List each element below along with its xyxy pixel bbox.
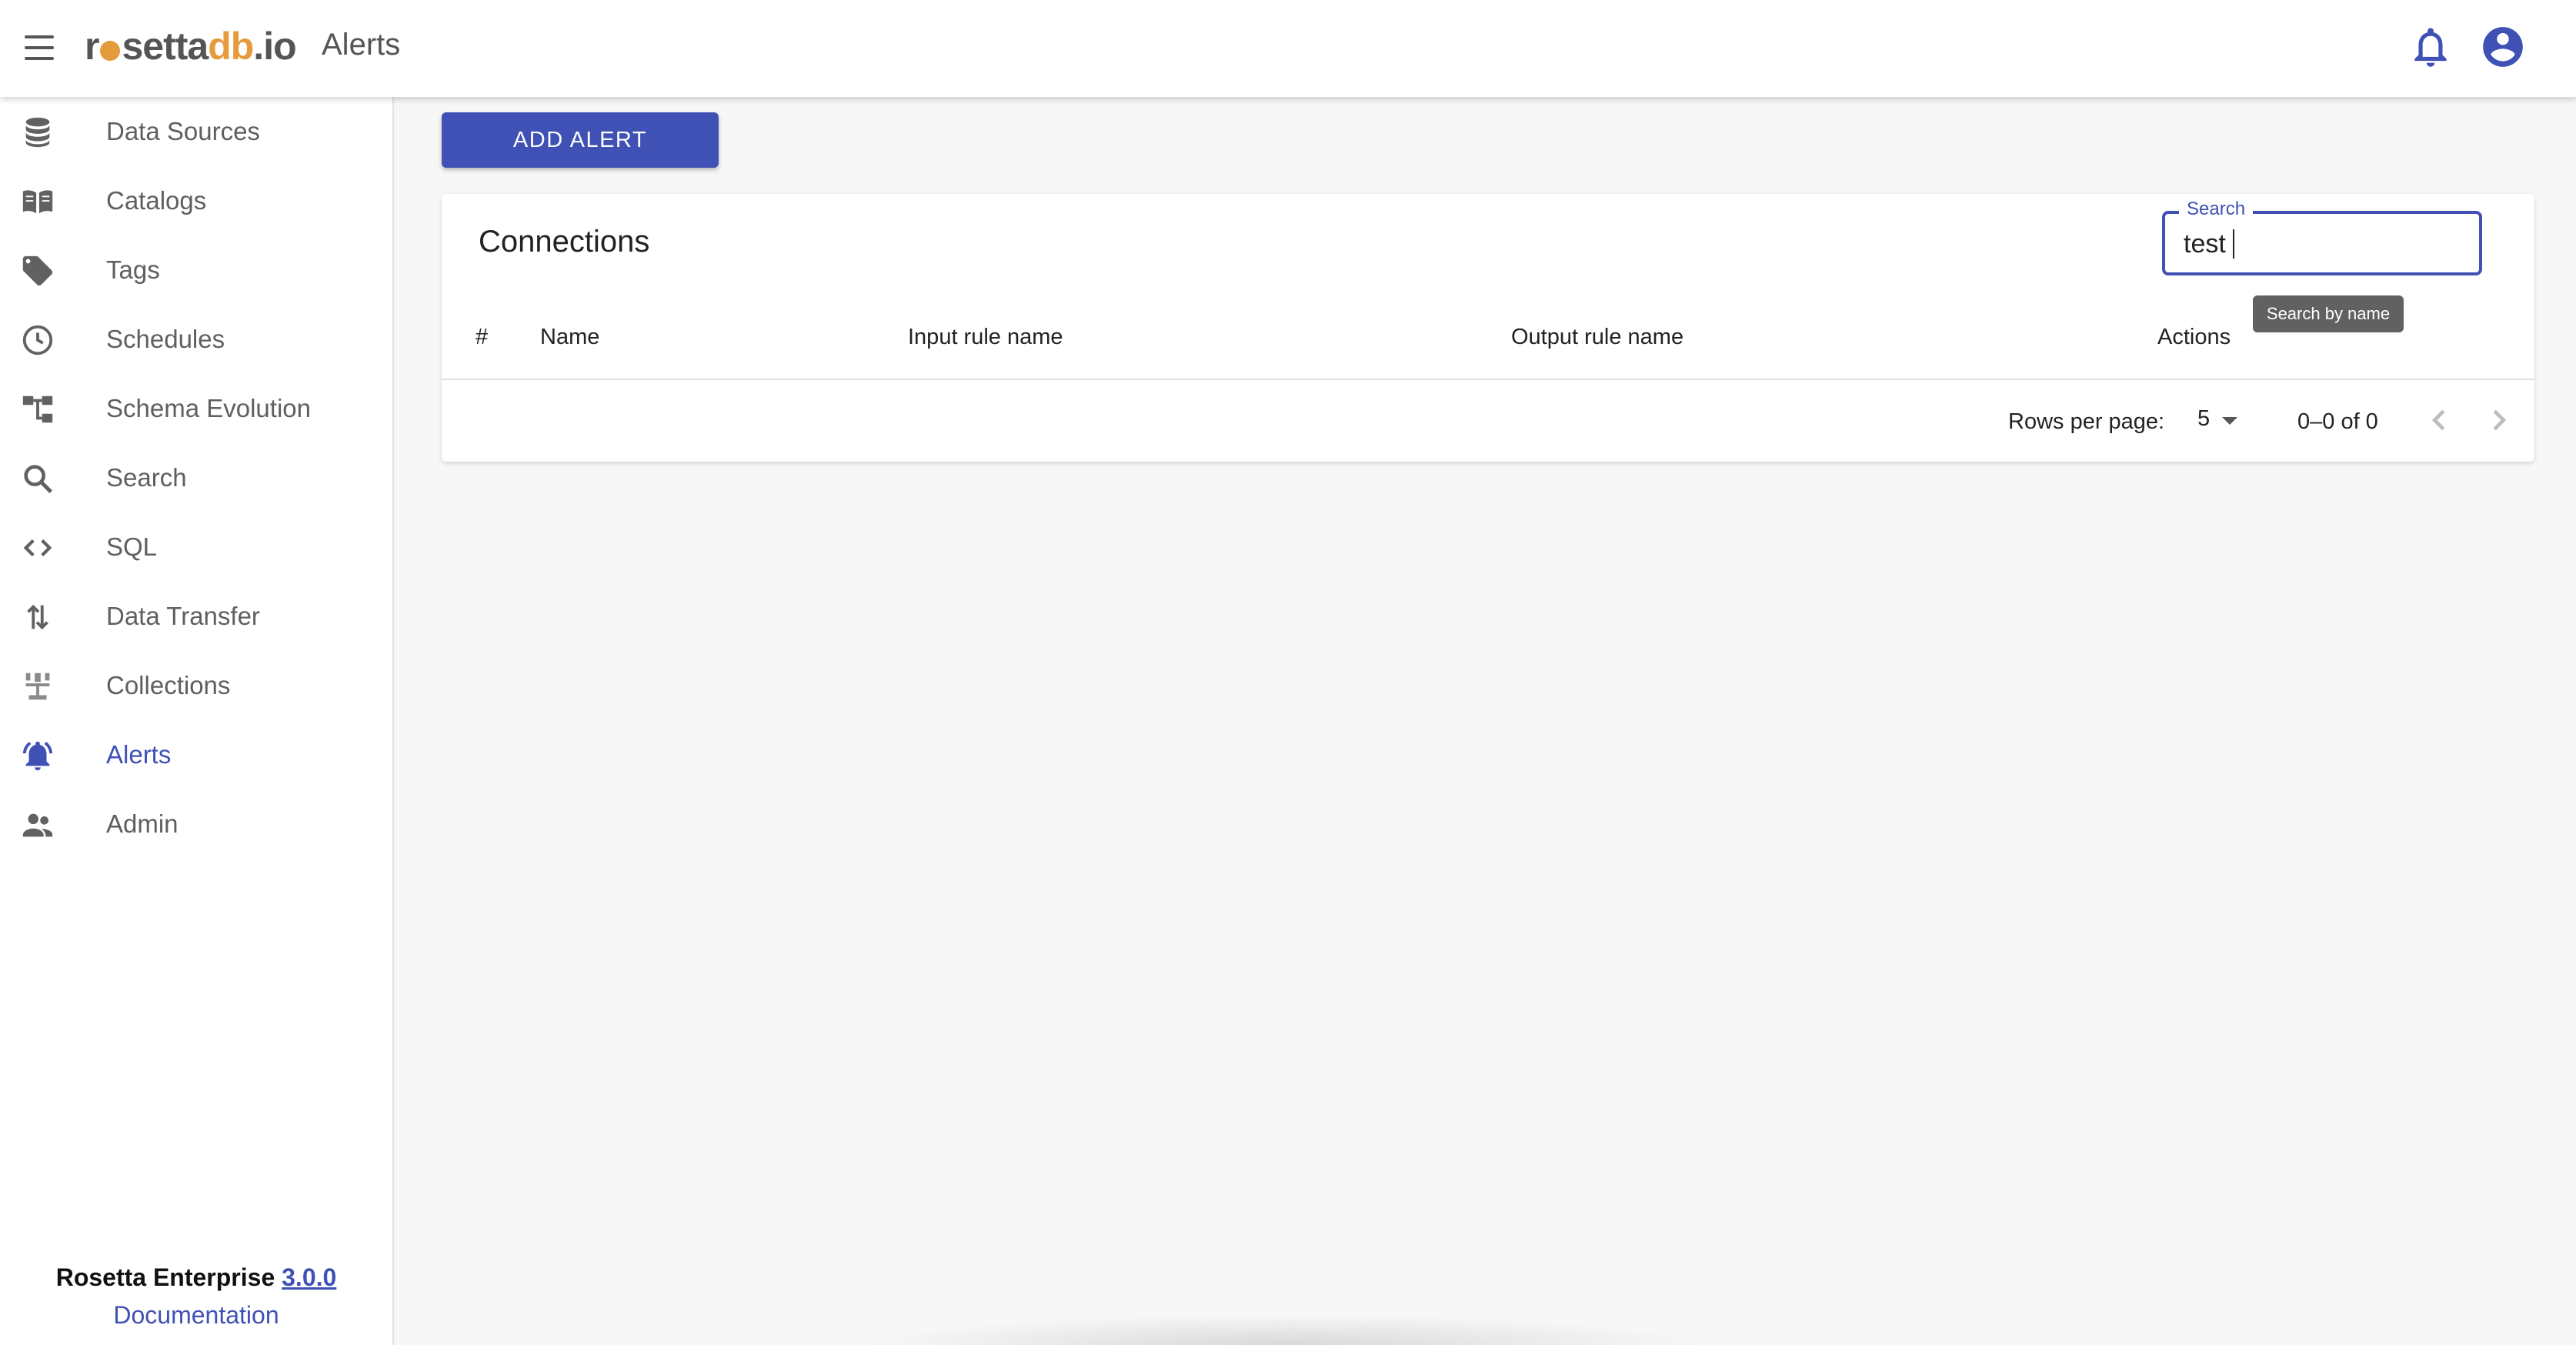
search-tooltip: Search by name bbox=[2253, 295, 2404, 332]
sidebar-item-search[interactable]: Search bbox=[0, 443, 392, 512]
product-version-line: Rosetta Enterprise 3.0.0 bbox=[0, 1263, 392, 1292]
people-icon bbox=[20, 807, 55, 843]
book-icon bbox=[20, 184, 55, 219]
chevron-left-icon bbox=[2431, 409, 2445, 431]
sidebar: Data Sources Catalogs Tags Schedules Sch… bbox=[0, 97, 394, 1345]
sidebar-item-data-transfer[interactable]: Data Transfer bbox=[0, 582, 392, 651]
database-icon bbox=[20, 115, 55, 150]
add-alert-button[interactable]: ADD ALERT bbox=[442, 112, 719, 168]
app-bar: r setta db .io Alerts bbox=[0, 0, 2576, 97]
search-field-label: Search bbox=[2179, 199, 2254, 220]
text-cursor bbox=[2233, 229, 2234, 259]
pagination-range: 0–0 of 0 bbox=[2297, 409, 2378, 434]
version-link[interactable]: 3.0.0 bbox=[282, 1263, 336, 1291]
alarm-bell-icon bbox=[20, 738, 55, 773]
sidebar-item-schedules[interactable]: Schedules bbox=[0, 305, 392, 374]
next-page-button[interactable] bbox=[2478, 399, 2521, 442]
search-icon bbox=[20, 461, 55, 496]
chevron-right-icon bbox=[2493, 409, 2507, 431]
card-title: Connections bbox=[479, 225, 650, 259]
sidebar-footer: Rosetta Enterprise 3.0.0 Documentation bbox=[0, 1263, 392, 1330]
search-field[interactable]: Search bbox=[2162, 199, 2482, 275]
sidebar-item-collections[interactable]: Collections bbox=[0, 651, 392, 720]
rows-per-page-value: 5 bbox=[2197, 406, 2211, 431]
bottom-shadow bbox=[862, 1314, 1708, 1345]
collections-icon bbox=[20, 669, 55, 704]
swap-vertical-icon bbox=[20, 599, 55, 635]
sidebar-item-alerts[interactable]: Alerts bbox=[0, 720, 392, 789]
sidebar-item-sql[interactable]: SQL bbox=[0, 512, 392, 582]
table-divider bbox=[442, 379, 2534, 380]
account-circle-icon[interactable] bbox=[2479, 23, 2527, 71]
bell-icon[interactable] bbox=[2407, 23, 2454, 71]
sidebar-item-admin[interactable]: Admin bbox=[0, 789, 392, 859]
search-input[interactable] bbox=[2184, 226, 2461, 262]
page-title: Alerts bbox=[322, 28, 401, 62]
sidebar-item-schema-evolution[interactable]: Schema Evolution bbox=[0, 374, 392, 443]
clock-icon bbox=[20, 322, 55, 358]
column-header-index[interactable]: # bbox=[475, 325, 488, 350]
sidebar-item-tags[interactable]: Tags bbox=[0, 235, 392, 305]
column-header-input-rule-name[interactable]: Input rule name bbox=[908, 325, 1063, 350]
connections-card: Connections Search Search by name # Name… bbox=[442, 194, 2534, 462]
logo-dot bbox=[100, 41, 121, 61]
tag-icon bbox=[20, 253, 55, 289]
hamburger-menu-icon[interactable] bbox=[22, 31, 58, 65]
column-header-actions: Actions bbox=[2157, 325, 2231, 349]
documentation-link[interactable]: Documentation bbox=[0, 1301, 392, 1330]
column-header-name[interactable]: Name bbox=[540, 325, 599, 350]
sidebar-item-catalogs[interactable]: Catalogs bbox=[0, 166, 392, 235]
code-icon bbox=[20, 530, 55, 566]
rows-per-page-select[interactable]: 5 bbox=[2197, 406, 2251, 437]
sidebar-item-data-sources[interactable]: Data Sources bbox=[0, 97, 392, 166]
previous-page-button[interactable] bbox=[2418, 399, 2461, 442]
product-name: Rosetta Enterprise bbox=[55, 1263, 275, 1291]
column-header-output-rule-name[interactable]: Output rule name bbox=[1511, 325, 1683, 350]
chevron-down-icon bbox=[2222, 417, 2237, 425]
rosetta-logo[interactable]: r setta db .io bbox=[85, 22, 297, 71]
schema-tree-icon bbox=[20, 392, 55, 427]
rows-per-page-label: Rows per page: bbox=[2008, 409, 2165, 434]
